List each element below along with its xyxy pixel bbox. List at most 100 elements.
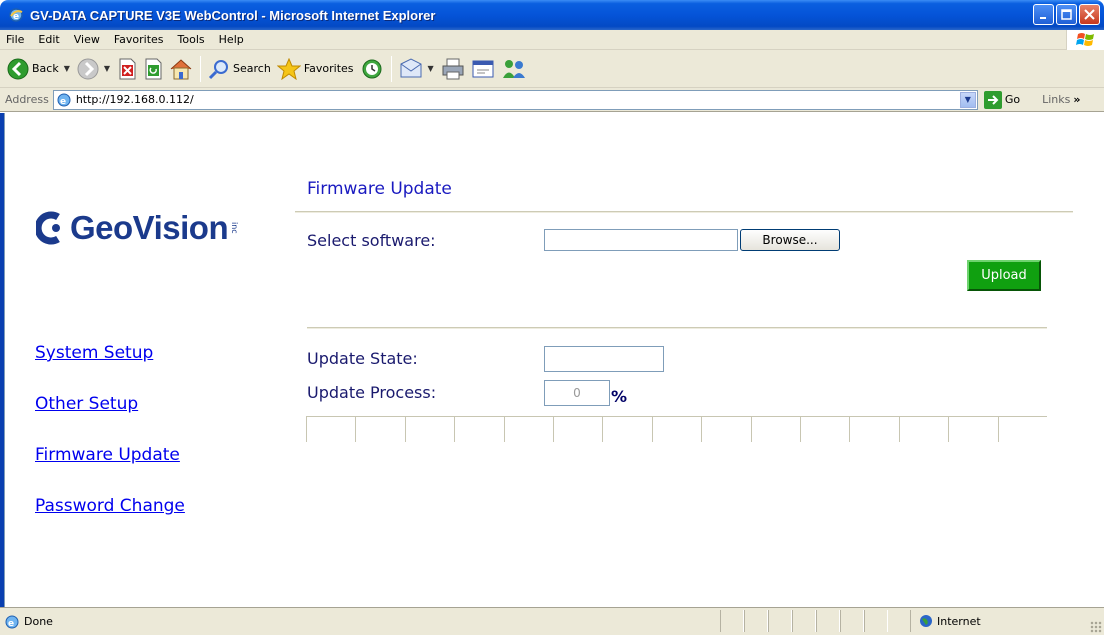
select-software-label: Select software: [307, 231, 436, 250]
progress-segment [701, 417, 750, 442]
menu-edit[interactable]: Edit [31, 33, 66, 46]
svg-text:e: e [13, 12, 19, 22]
progress-segment [602, 417, 651, 442]
status-panels [720, 610, 888, 632]
browse-button[interactable]: Browse... [740, 229, 840, 251]
svg-text:e: e [60, 97, 66, 107]
address-label: Address [5, 93, 49, 106]
page-icon: e [57, 93, 71, 107]
status-bar: e Done Internet [0, 607, 1104, 635]
page-title: Firmware Update [307, 179, 452, 199]
address-bar: Address e http://192.168.0.112/ ▼ Go Lin… [0, 88, 1104, 112]
nav-system-setup[interactable]: System Setup [35, 343, 153, 363]
favorites-star-icon [276, 57, 301, 80]
favorites-label: Favorites [303, 62, 354, 75]
messenger-button[interactable] [498, 54, 530, 84]
file-path-input[interactable] [544, 229, 738, 251]
stop-icon [119, 58, 136, 79]
page-done-icon: e [5, 615, 19, 629]
progress-segment [849, 417, 898, 442]
progress-bar [306, 416, 1047, 442]
update-state-field [544, 346, 664, 372]
geovision-logo: GeoVision inc [36, 209, 239, 247]
stop-button[interactable] [114, 54, 140, 84]
status-panel [816, 610, 840, 632]
refresh-icon [145, 58, 162, 79]
svg-text:e: e [8, 619, 14, 629]
menu-file[interactable]: File [0, 33, 31, 46]
menu-help[interactable]: Help [212, 33, 251, 46]
go-button[interactable]: Go [983, 90, 1021, 109]
toolbar: Back ▼ ▼ Search Favorites ▼ [0, 50, 1104, 88]
address-url: http://192.168.0.112/ [75, 93, 194, 106]
home-button[interactable] [166, 54, 196, 84]
mail-icon [400, 57, 422, 77]
upload-button[interactable]: Upload [967, 260, 1041, 291]
windows-logo-icon [1066, 30, 1104, 50]
home-icon [170, 58, 192, 79]
nav-firmware-update[interactable]: Firmware Update [35, 445, 180, 465]
back-dropdown-icon[interactable]: ▼ [64, 64, 70, 73]
zone-label: Internet [937, 614, 981, 628]
search-label: Search [233, 62, 271, 75]
menu-favorites[interactable]: Favorites [107, 33, 171, 46]
minimize-icon [1039, 16, 1046, 19]
mail-button[interactable] [396, 54, 426, 84]
forward-dropdown-icon[interactable]: ▼ [104, 64, 110, 73]
edit-button[interactable] [468, 54, 498, 84]
logo-brand: GeoVision [70, 209, 229, 246]
search-button[interactable]: Search [205, 54, 274, 84]
window-title: GV-DATA CAPTURE V3E WebControl - Microso… [30, 7, 436, 23]
menu-view[interactable]: View [67, 33, 107, 46]
ie-icon: e [9, 8, 23, 22]
nav-other-setup[interactable]: Other Setup [35, 394, 138, 414]
progress-segment [553, 417, 602, 442]
address-field[interactable]: e http://192.168.0.112/ ▼ [52, 89, 978, 110]
update-process-field: 0 [544, 380, 610, 406]
search-icon [208, 59, 229, 79]
go-label: Go [1004, 93, 1021, 106]
status-panel [744, 610, 768, 632]
menu-tools[interactable]: Tools [171, 33, 212, 46]
refresh-button[interactable] [140, 54, 166, 84]
print-icon [442, 58, 464, 79]
status-panel [720, 610, 744, 632]
geovision-logo-icon [36, 211, 60, 245]
links-chevron-icon[interactable]: » [1073, 93, 1080, 106]
resize-grip[interactable] [1090, 621, 1102, 633]
progress-segment [355, 417, 404, 442]
favorites-button[interactable]: Favorites [274, 54, 357, 84]
forward-button[interactable] [74, 54, 102, 84]
mail-dropdown-icon[interactable]: ▼ [428, 64, 434, 73]
maximize-icon [1061, 9, 1072, 20]
percent-sign: % [611, 387, 628, 406]
menu-bar: File Edit View Favorites Tools Help [0, 30, 1104, 50]
close-button[interactable] [1079, 4, 1100, 25]
progress-segment [454, 417, 503, 442]
links-label[interactable]: Links [1042, 93, 1070, 106]
progress-segment [948, 417, 997, 442]
status-panel [840, 610, 864, 632]
progress-segment [800, 417, 849, 442]
title-bar: e GV-DATA CAPTURE V3E WebControl - Micro… [0, 0, 1104, 30]
go-arrow-icon [983, 90, 1002, 109]
address-dropdown-icon[interactable]: ▼ [959, 91, 976, 108]
minimize-button[interactable] [1033, 4, 1054, 25]
progress-segment [898, 417, 948, 442]
title-divider [295, 211, 1073, 213]
forward-arrow-icon [77, 58, 99, 79]
history-button[interactable] [357, 54, 387, 84]
status-panel [792, 610, 816, 632]
security-zone: Internet [910, 610, 1080, 632]
progress-segment [651, 417, 701, 442]
logo-suffix: inc [230, 222, 240, 234]
status-panel [864, 610, 888, 632]
back-label: Back [32, 62, 59, 75]
messenger-icon [502, 59, 525, 78]
update-process-label: Update Process: [307, 383, 437, 402]
back-button[interactable]: Back [4, 54, 62, 84]
maximize-button[interactable] [1056, 4, 1077, 25]
print-button[interactable] [438, 54, 468, 84]
nav-password-change[interactable]: Password Change [35, 496, 185, 516]
toolbar-separator [390, 55, 392, 82]
